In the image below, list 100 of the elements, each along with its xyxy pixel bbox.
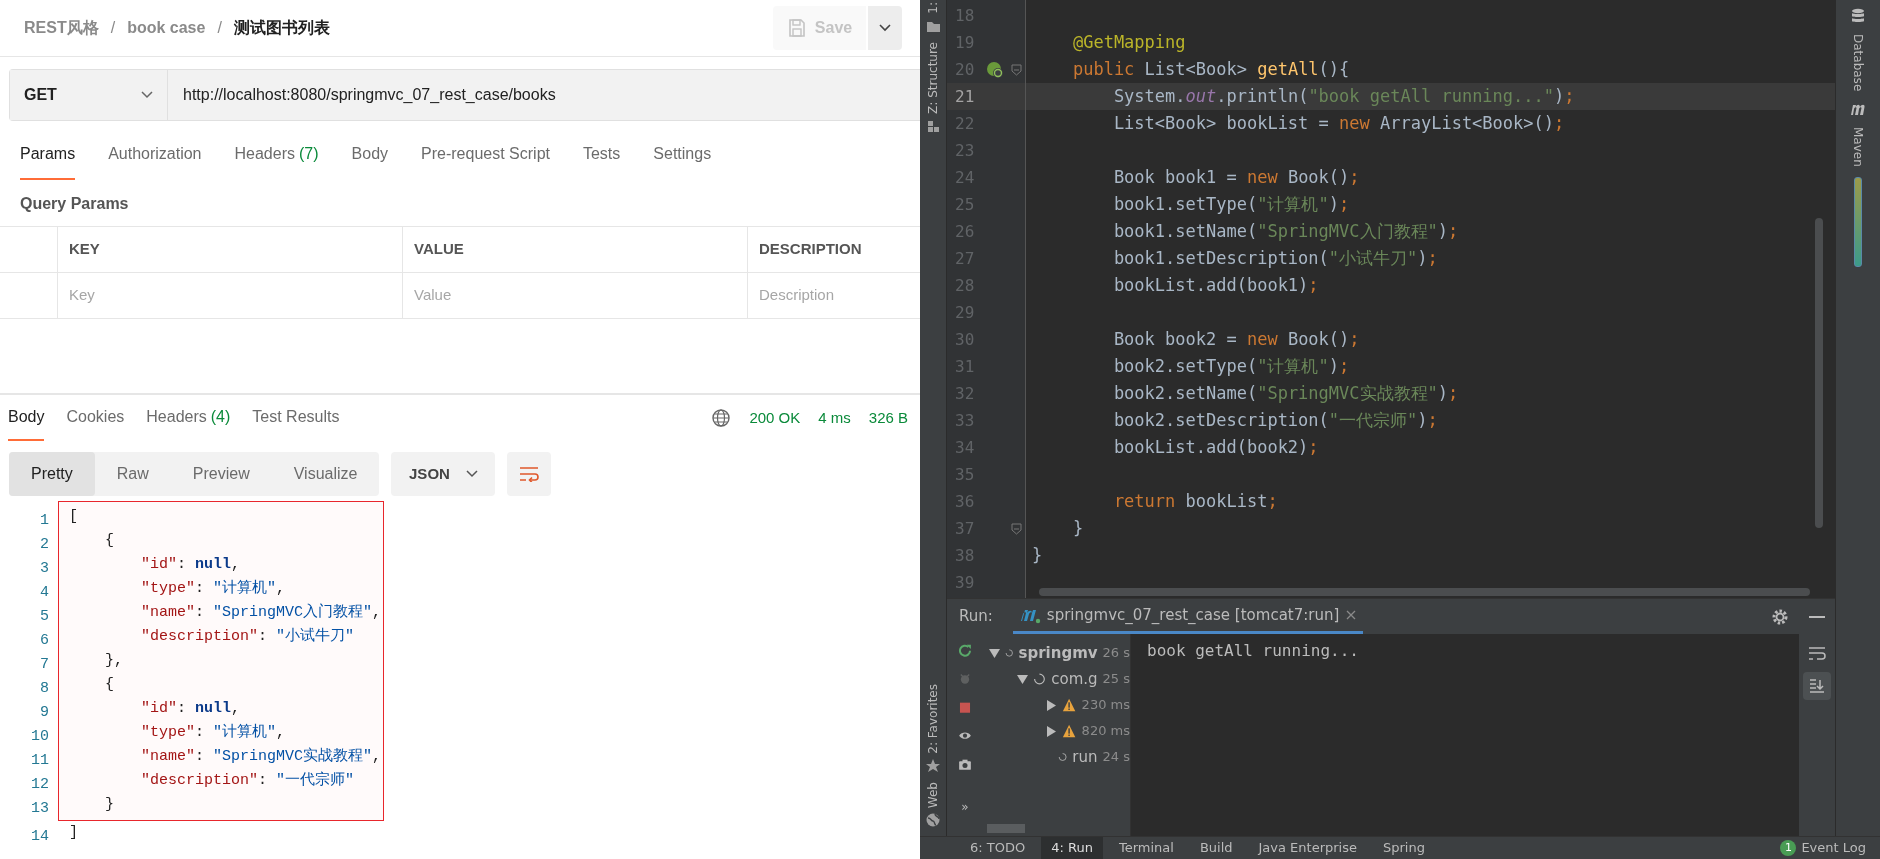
request-tab[interactable]: Authorization [108, 130, 202, 180]
code-line: } [1032, 545, 1043, 565]
line-number: 10 [30, 727, 49, 747]
soft-wrap-icon[interactable] [1808, 646, 1826, 662]
wrap-lines-button[interactable] [507, 452, 552, 496]
elapsed-time: 24 s [1102, 748, 1130, 767]
horizontal-scrollbar[interactable] [1039, 588, 1810, 596]
tool-window-tab[interactable]: Terminal [1108, 837, 1184, 859]
rerun-icon[interactable] [957, 644, 973, 658]
bean-icon[interactable] [986, 60, 1004, 79]
tree-toggle-icon[interactable] [1045, 699, 1057, 711]
database-icon [1850, 8, 1866, 24]
vertical-scrollbar[interactable] [1815, 218, 1823, 528]
view-mode-tab[interactable]: Preview [170, 452, 272, 496]
column-header: DESCRIPTION [759, 239, 862, 260]
save-icon [786, 18, 807, 38]
fold-icon[interactable] [1010, 63, 1022, 76]
code-line: bookList.add(book1); [1112, 275, 1319, 295]
code-line: System.out.println("book getAll running..."); [1112, 86, 1575, 106]
line-number: 8 [39, 679, 49, 699]
console-output: book getAll running... [1147, 640, 1360, 662]
line-number: 3 [39, 559, 49, 579]
tool-window-tab[interactable]: Database [1849, 34, 1867, 92]
code-line: book2.setDescription("一代宗师"); [1112, 410, 1438, 430]
warning-icon [1062, 697, 1077, 713]
request-tab[interactable]: Tests [582, 130, 621, 180]
response-tab[interactable]: Headers (4) [146, 395, 231, 441]
caret-icon [465, 470, 478, 478]
column-header: VALUE [414, 239, 464, 260]
tree-item-label[interactable]: run [1072, 745, 1098, 769]
section-title: Query Params [20, 194, 130, 214]
code-line: List<Book> bookList = new ArrayList<Book>(); [1112, 113, 1565, 133]
param-input[interactable]: Description [759, 284, 909, 307]
line-number: 4 [39, 583, 49, 603]
request-tab[interactable]: Headers (7) [234, 130, 319, 180]
request-tab[interactable]: Settings [653, 130, 712, 180]
tool-window-tab[interactable]: Java Enterprise [1248, 837, 1367, 859]
tool-window-tab[interactable]: 2: Favorites [924, 684, 942, 754]
tree-item-label[interactable]: springmv [1018, 641, 1098, 665]
response-tab[interactable]: Test Results [252, 395, 340, 441]
code-line: ] [68, 823, 79, 843]
line-number: 5 [39, 607, 49, 627]
code-line: book1.setType("计算机"); [1112, 194, 1350, 214]
horizontal-scrollbar[interactable] [987, 824, 1025, 833]
notification-badge: 1 [1780, 840, 1797, 856]
tool-window-tab[interactable]: 1: [924, 2, 942, 14]
code-line: book2.setName("SpringMVC实战教程"); [1112, 383, 1459, 403]
settings-icon[interactable] [1771, 607, 1789, 626]
param-input[interactable]: Value [414, 284, 736, 307]
camera-icon[interactable] [957, 757, 973, 772]
line-number: 12 [30, 775, 49, 795]
tool-window-tab[interactable]: Event Log [1801, 838, 1866, 858]
tool-window-tab[interactable]: Maven [1849, 127, 1867, 168]
scroll-to-end-button[interactable] [1803, 672, 1831, 700]
tree-toggle-icon[interactable] [1045, 725, 1057, 737]
code-line: return bookList; [1112, 491, 1278, 511]
line-number: 11 [30, 751, 49, 771]
line-number: 14 [30, 827, 49, 847]
line-number: 7 [39, 655, 49, 675]
request-tab[interactable]: Body [351, 130, 389, 180]
breadcrumb-separator: / [217, 18, 222, 38]
view-mode-tab[interactable]: Raw [94, 452, 171, 496]
request-tab[interactable]: Params [20, 130, 76, 180]
spinner-icon [1033, 671, 1047, 687]
response-tab[interactable]: Body [8, 395, 45, 441]
stop-icon[interactable] [957, 700, 973, 715]
scroll-to-end-icon [1809, 678, 1825, 694]
tool-window-tab[interactable]: Build [1189, 837, 1243, 859]
code-line: Book book1 = new Book(); [1112, 167, 1360, 187]
elapsed-time: 25 s [1102, 670, 1130, 689]
tool-window-tab[interactable]: Spring [1373, 837, 1435, 859]
star-icon [925, 757, 941, 774]
code-line: } [1071, 518, 1084, 538]
response-tab[interactable]: Cookies [66, 395, 125, 441]
tree-item-label[interactable]: com.g [1051, 667, 1098, 691]
tool-window-tab[interactable]: Z: Structure [924, 41, 942, 114]
format-dropdown[interactable]: JSON [391, 452, 496, 496]
tree-toggle-icon[interactable] [989, 647, 1000, 659]
line-number: 9 [39, 703, 49, 723]
request-tab[interactable]: Pre-request Script [421, 130, 550, 180]
param-input[interactable]: Key [69, 284, 391, 307]
line-number: 1 [39, 511, 49, 531]
tool-window-tab[interactable]: 4: Run [1041, 837, 1103, 859]
tree-toggle-icon[interactable] [1017, 673, 1029, 685]
code-line: @GetMapping [1071, 32, 1186, 52]
globe-icon [925, 812, 941, 828]
elapsed-time: 820 ms [1081, 722, 1130, 741]
fold-icon[interactable] [1010, 522, 1022, 535]
breadcrumb-link[interactable]: REST风格 [24, 16, 99, 40]
caret-icon [879, 24, 891, 32]
status-code: 200 OK [749, 407, 801, 428]
tool-window-tab[interactable]: Web [924, 781, 942, 808]
tool-window-tab[interactable]: 6: TODO [960, 837, 1036, 859]
view-mode-tab[interactable]: Visualize [271, 452, 380, 496]
more-tools-button[interactable]: » [961, 798, 969, 817]
code-line: book1.setDescription("小试牛刀"); [1112, 248, 1438, 268]
response-time: 4 ms [818, 407, 851, 428]
globe-icon [711, 408, 732, 428]
breadcrumb-link[interactable]: book case [127, 16, 206, 40]
view-mode-tab[interactable]: Pretty [9, 452, 95, 496]
